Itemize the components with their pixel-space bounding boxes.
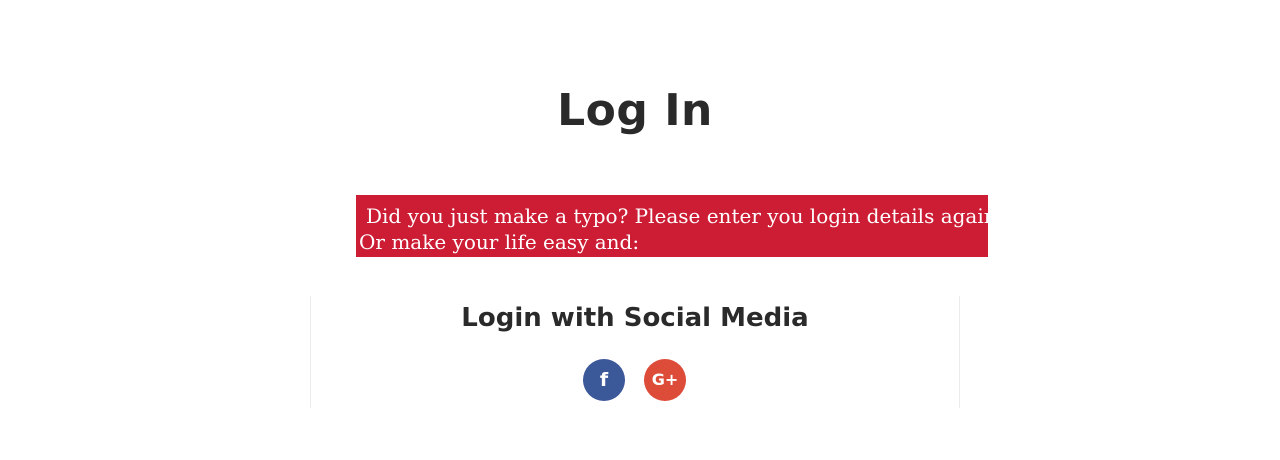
- facebook-login-button[interactable]: f: [583, 359, 625, 401]
- error-banner: Did you just make a typo? Please enter y…: [356, 195, 988, 257]
- social-login-heading: Login with Social Media: [461, 303, 809, 333]
- error-message: Did you just make a typo? Please enter y…: [366, 204, 988, 228]
- facebook-icon: f: [599, 368, 609, 391]
- login-page: Log In Did you just make a typo? Please …: [0, 0, 1280, 460]
- social-login-panel: Login with Social Media f G+: [310, 296, 960, 408]
- google-plus-icon: G+: [651, 370, 679, 389]
- google-plus-login-button[interactable]: G+: [644, 359, 686, 401]
- page-title: Log In: [557, 85, 713, 136]
- error-hint: Or make your life easy and:: [359, 230, 640, 254]
